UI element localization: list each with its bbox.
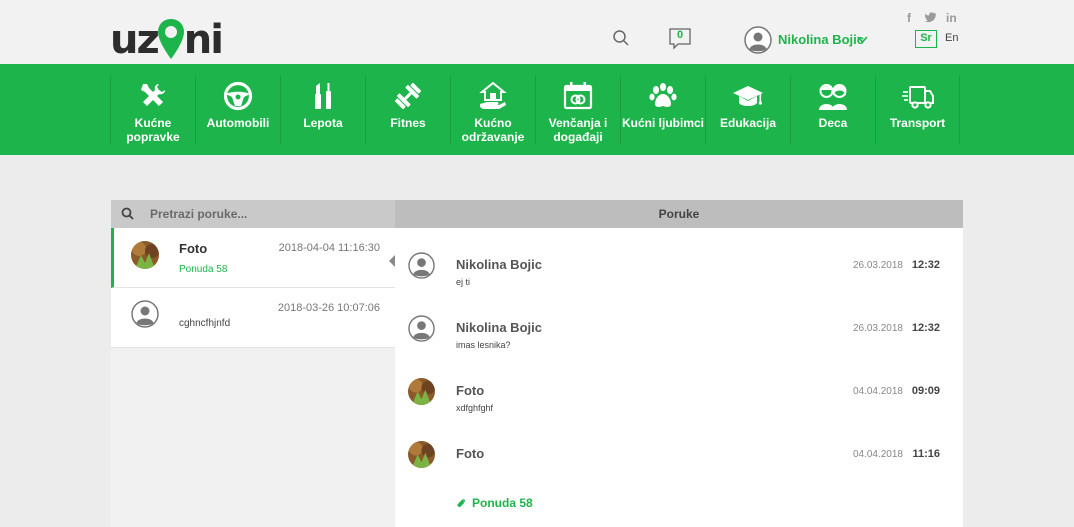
nav-label: Venčanja i događaji [548, 116, 608, 144]
message-sender: Foto [456, 446, 485, 461]
message-text: xdfghfghf [456, 403, 494, 413]
conversation-subtitle: cghncfhjnfd [179, 318, 231, 329]
message-item: Foto 04.04.2018 11:16 Ponuda 58 [408, 441, 940, 521]
message-text: imas lesnika? [456, 340, 511, 350]
attachment-label: Ponuda 58 [472, 496, 533, 510]
avatar [408, 441, 435, 468]
nav-item-deca[interactable]: Deca [790, 76, 875, 144]
message-item: Nikolina Bojic 26.03.2018 12:32 imas les… [408, 315, 940, 371]
search-input[interactable] [150, 205, 380, 223]
message-sender: Nikolina Bojic [456, 320, 542, 335]
chevron-down-icon[interactable] [857, 34, 868, 45]
nav-label: Kućne popravke [126, 116, 180, 144]
language-sr-button[interactable]: Sr [915, 30, 937, 48]
nav-label: Transport [889, 116, 946, 130]
photo-avatar-icon [131, 241, 159, 269]
message-date: 26.03.2018 [852, 260, 903, 271]
nav-item-vencanja-i-dogadjaji[interactable]: Venčanja i događaji [535, 76, 620, 144]
graduation-cap-icon [733, 86, 763, 106]
message-item: Nikolina Bojic 26.03.2018 12:32 ej ti [408, 252, 940, 308]
nav-label: Fitnes [390, 116, 426, 130]
user-avatar-icon [408, 315, 435, 342]
nav-item-transport[interactable]: Transport [875, 76, 960, 144]
conversation-time: 2018-03-26 10:07:06 [277, 302, 380, 314]
twitter-icon[interactable] [925, 12, 937, 23]
search-icon[interactable] [612, 29, 630, 47]
user-avatar-icon [131, 300, 159, 328]
dumbbell-icon [394, 82, 422, 110]
language-en-button[interactable]: En [945, 32, 958, 44]
truck-icon [901, 86, 934, 109]
nav-label: Deca [818, 116, 848, 130]
message-time: 12:32 [911, 322, 940, 334]
conversation-time: 2018-04-04 11:16:30 [278, 242, 380, 254]
messages-button[interactable]: 0 [668, 27, 692, 51]
nav-label: Edukacija [719, 116, 777, 130]
nav-item-fitnes[interactable]: Fitnes [365, 76, 450, 144]
house-hand-icon [479, 81, 507, 109]
avatar [408, 378, 435, 405]
messages-title: Poruke [658, 207, 700, 221]
tools-icon [141, 84, 165, 106]
photo-avatar-icon [408, 441, 435, 468]
message-sender: Foto [456, 383, 485, 398]
logo-text-left: uz [110, 17, 160, 63]
top-header: uz ni 0 Nikolina Bojic f in Sr En [0, 0, 1074, 64]
logo[interactable]: uz ni [110, 14, 224, 63]
category-nav: Kućne popravke Automobili Lepota Fitnes … [0, 64, 1074, 155]
message-attachment-link[interactable]: Ponuda 58 [456, 496, 533, 510]
children-icon [819, 84, 847, 110]
paw-icon [649, 83, 677, 107]
message-sender: Nikolina Bojic [456, 257, 542, 272]
message-date: 04.04.2018 [852, 386, 903, 397]
paperclip-icon [457, 499, 465, 507]
calendar-rings-icon [563, 82, 593, 110]
message-time: 12:32 [911, 259, 940, 271]
conversation-item[interactable]: 2018-03-26 10:07:06 cghncfhjnfd [111, 288, 395, 348]
message-item: Foto 04.04.2018 09:09 xdfghfghf [408, 378, 940, 434]
conversation-search [111, 200, 395, 228]
logo-text-right: ni [183, 17, 224, 63]
message-date: 26.03.2018 [852, 323, 903, 334]
avatar [131, 241, 159, 269]
nav-item-kucno-odrzavanje[interactable]: Kućno održavanje [450, 76, 535, 144]
messages-count: 0 [676, 29, 684, 41]
nav-label: Lepota [303, 116, 343, 130]
photo-avatar-icon [408, 378, 435, 405]
user-name[interactable]: Nikolina Bojic [778, 32, 864, 47]
facebook-icon[interactable]: f [907, 11, 911, 25]
nav-item-kucne-popravke[interactable]: Kućne popravke [110, 76, 195, 144]
steering-wheel-icon [223, 81, 253, 111]
user-avatar-icon [408, 252, 435, 279]
nav-label: Kućno održavanje [461, 116, 525, 144]
location-pin-icon [157, 19, 184, 59]
message-text: ej ti [456, 277, 471, 287]
nav-item-kucni-ljubimci[interactable]: Kućni ljubimci [620, 76, 705, 144]
linkedin-icon[interactable]: in [946, 11, 957, 25]
conversation-subtitle: Ponuda 58 [179, 264, 228, 275]
conversation-item[interactable]: Foto 2018-04-04 11:16:30 Ponuda 58 [111, 228, 395, 288]
nav-label: Automobili [206, 116, 270, 130]
search-icon[interactable] [121, 207, 134, 220]
nav-label: Kućni ljubimci [621, 116, 704, 130]
message-date: 04.04.2018 [852, 449, 903, 460]
nav-item-edukacija[interactable]: Edukacija [705, 76, 790, 144]
messages-header: Poruke [395, 200, 963, 228]
message-thread: Nikolina Bojic 26.03.2018 12:32 ej ti Ni… [395, 228, 963, 527]
message-time: 11:16 [912, 448, 940, 460]
nav-item-lepota[interactable]: Lepota [280, 76, 365, 144]
conversation-name: Foto [179, 241, 208, 256]
nav-item-automobili[interactable]: Automobili [195, 76, 280, 144]
message-time: 09:09 [911, 385, 940, 397]
beauty-icon [315, 83, 331, 109]
user-avatar-icon[interactable] [744, 26, 772, 54]
